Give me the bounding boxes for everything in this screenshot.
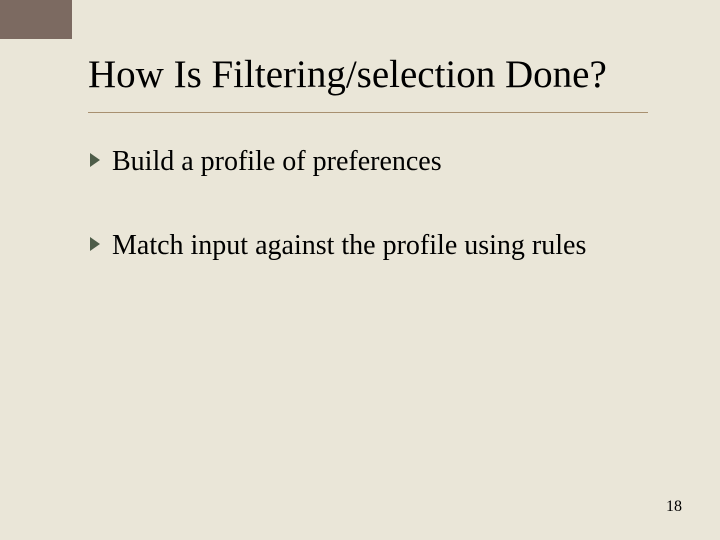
- bullet-icon: [88, 145, 106, 169]
- title-underline: [88, 112, 648, 113]
- bullet-text: Match input against the profile using ru…: [112, 229, 586, 263]
- bullet-list: Build a profile of preferences Match inp…: [88, 145, 648, 313]
- slide: How Is Filtering/selection Done? Build a…: [0, 0, 720, 540]
- list-item: Build a profile of preferences: [88, 145, 648, 179]
- bullet-text: Build a profile of preferences: [112, 145, 442, 179]
- bullet-icon: [88, 229, 106, 253]
- page-number: 18: [666, 498, 682, 516]
- corner-accent: [0, 0, 72, 39]
- list-item: Match input against the profile using ru…: [88, 229, 648, 263]
- slide-title: How Is Filtering/selection Done?: [88, 52, 607, 97]
